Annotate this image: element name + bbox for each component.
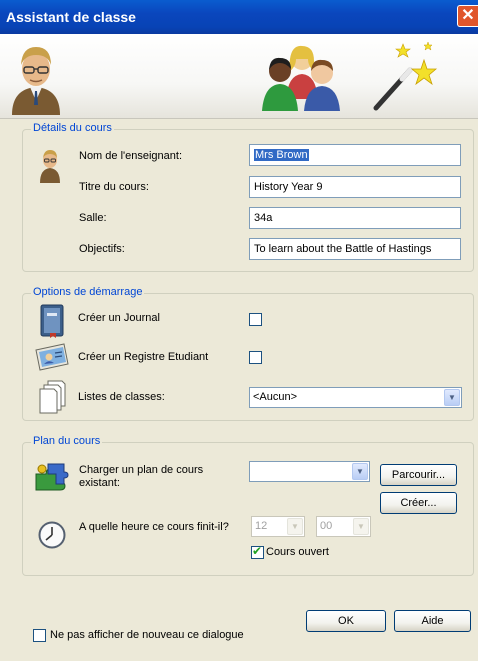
minute-value: 00 (320, 520, 333, 532)
chevron-down-icon[interactable]: ▼ (444, 389, 460, 406)
teacher-small-icon (40, 150, 60, 183)
open-course-label: Cours ouvert (266, 546, 329, 558)
chevron-down-icon[interactable]: ▼ (287, 518, 303, 535)
minute-dropdown[interactable]: 00 ▼ (316, 516, 371, 537)
startup-options-title: Options de démarrage (31, 286, 145, 298)
teacher-name-field[interactable]: Mrs Brown (249, 144, 461, 166)
class-lists-dropdown[interactable]: <Aucun> ▼ (249, 387, 462, 408)
help-button[interactable]: Aide (394, 610, 471, 632)
teacher-name-value: Mrs Brown (254, 149, 309, 161)
course-title-label: Titre du cours: (79, 181, 149, 193)
class-lists-value: <Aucun> (253, 391, 298, 403)
teacher-icon (12, 47, 60, 115)
objectives-field[interactable]: To learn about the Battle of Hastings (249, 238, 461, 260)
close-button[interactable]: ✕ (457, 5, 478, 27)
dialog-window: Assistant de classe ✕ Détails du cours N… (0, 0, 478, 661)
course-details-title: Détails du cours (31, 122, 114, 134)
create-register-label: Créer un Registre Etudiant (78, 351, 209, 363)
header-banner (0, 34, 478, 119)
students-icon (262, 45, 340, 111)
register-icon (35, 343, 69, 371)
window-title: Assistant de classe (6, 9, 136, 25)
dont-show-checkbox[interactable] (33, 629, 46, 642)
create-button[interactable]: Créer... (380, 492, 457, 514)
browse-button[interactable]: Parcourir... (380, 464, 457, 486)
class-lists-icon (39, 380, 66, 414)
ok-button[interactable]: OK (306, 610, 386, 632)
course-title-field[interactable]: History Year 9 (249, 176, 461, 198)
chevron-down-icon[interactable]: ▼ (352, 463, 368, 480)
chevron-down-icon[interactable]: ▼ (353, 518, 369, 535)
title-bar[interactable]: Assistant de classe ✕ (0, 0, 478, 34)
teacher-name-label: Nom de l'enseignant: (79, 150, 182, 162)
magic-wand-icon (373, 41, 438, 111)
journal-icon (40, 304, 64, 338)
lesson-plan-title: Plan du cours (31, 435, 103, 447)
hour-dropdown[interactable]: 12 ▼ (251, 516, 305, 537)
create-register-checkbox[interactable] (249, 351, 262, 364)
class-lists-label: Listes de classes: (78, 391, 165, 403)
load-plan-dropdown[interactable]: ▼ (249, 461, 370, 482)
load-plan-label: Charger un plan de cours existant: (79, 464, 204, 489)
open-course-checkbox[interactable] (251, 544, 264, 559)
puzzle-icon (35, 463, 69, 491)
end-time-label: A quelle heure ce cours finit-il? (79, 521, 229, 533)
create-journal-checkbox[interactable] (249, 313, 262, 326)
create-journal-label: Créer un Journal (78, 312, 160, 324)
objectives-label: Objectifs: (79, 243, 125, 255)
clock-icon (38, 521, 66, 549)
room-field[interactable]: 34a (249, 207, 461, 229)
dont-show-label: Ne pas afficher de nouveau ce dialogue (50, 629, 244, 641)
room-label: Salle: (79, 212, 107, 224)
hour-value: 12 (255, 520, 268, 532)
